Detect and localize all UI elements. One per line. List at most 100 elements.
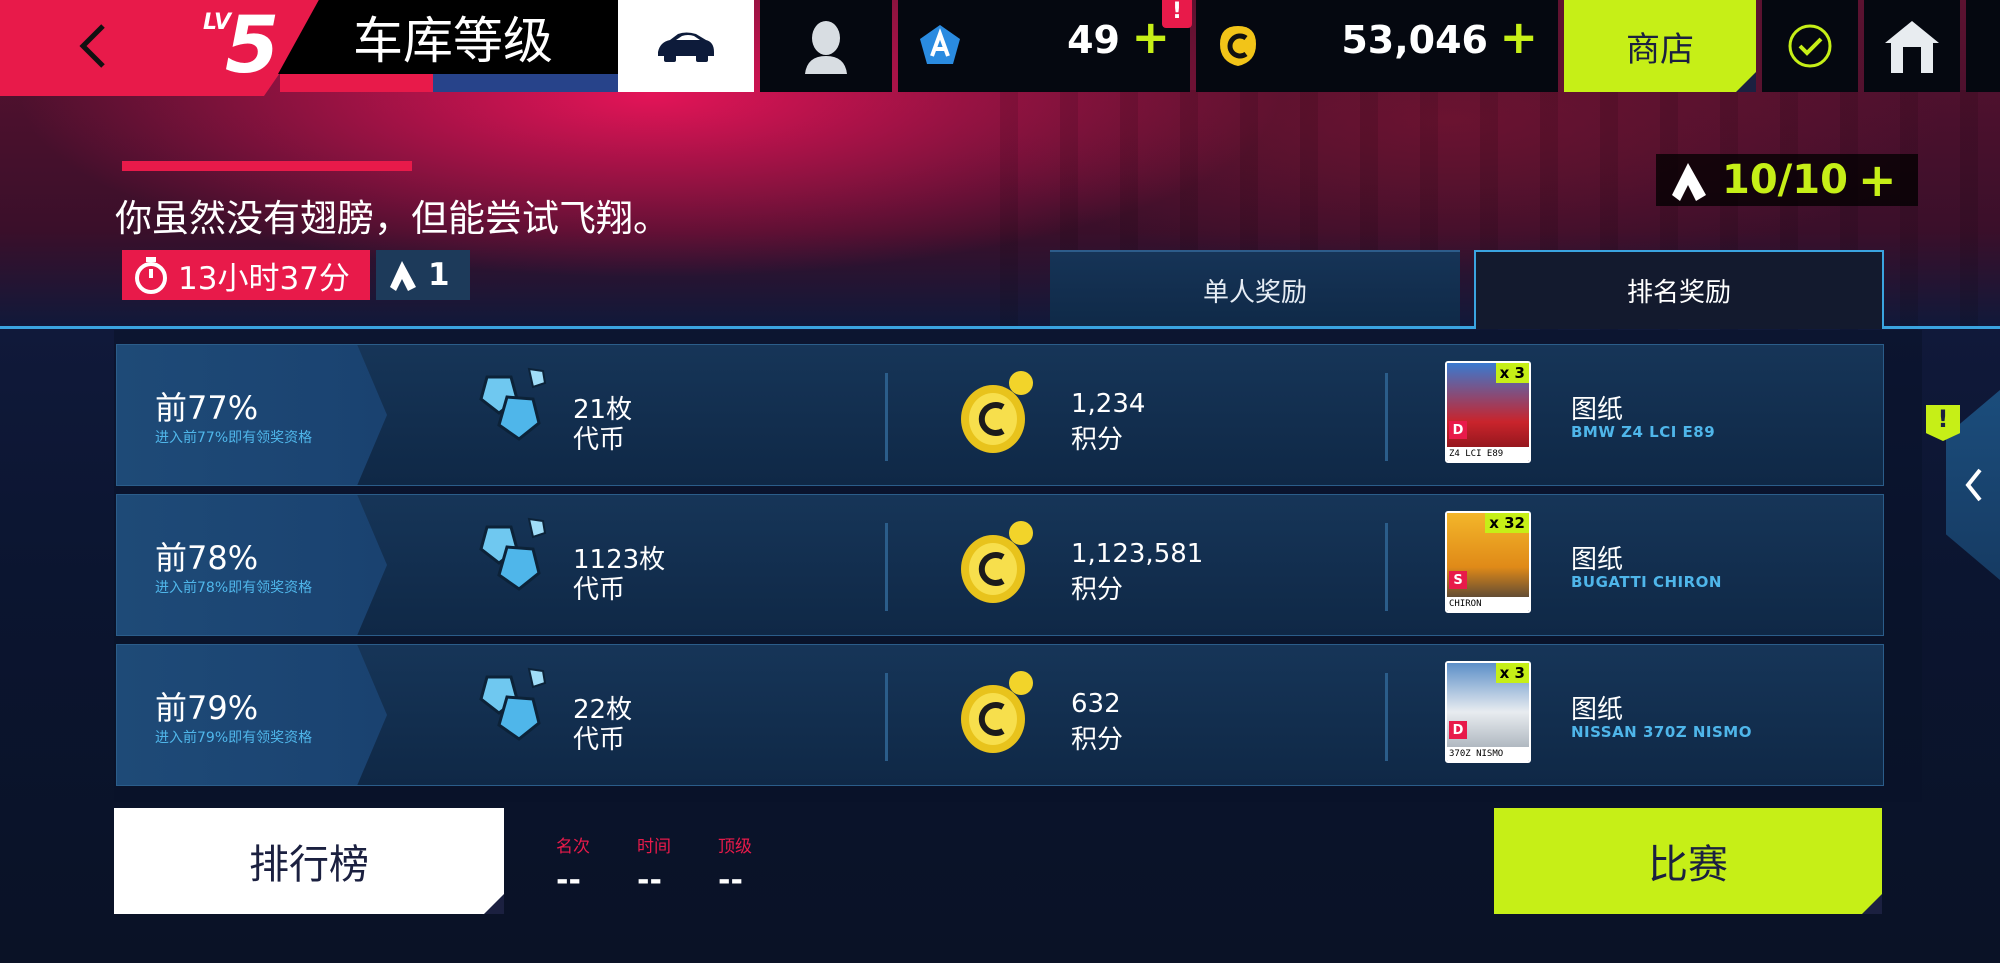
rank-percent: 前78% [155,539,259,577]
blueprint-car-name: BUGATTI CHIRON [1571,573,1722,591]
divider [1385,523,1388,611]
energy-counter[interactable]: 10/10 + [1656,153,1918,207]
credits-reward-icon [961,671,1033,753]
reward-row: 前79% 进入前79%即有领奖资格 22枚 代币 632 积分 x 3 D 37… [116,644,1884,786]
token-icon [920,25,960,64]
leaderboard-button[interactable]: 排行榜 [114,808,504,914]
tokens-reward-unit: 代币 [573,725,626,755]
page-title: 车库等级 [278,0,618,74]
card-caption: Z4 LCI E89 [1447,447,1529,461]
stat-value: -- [556,863,581,898]
shop-button-label: 商店 [1626,29,1694,70]
token-value: 49 [1067,18,1120,62]
avatar-icon [805,21,847,74]
shop-button[interactable]: 商店 [1564,0,1756,92]
divider [885,373,888,461]
divider [1385,673,1388,761]
credits-counter[interactable]: 53,046 + [1196,0,1558,92]
home-icon [1885,21,1939,73]
credits-reward-unit: 积分 [1071,575,1124,605]
menu-edge[interactable] [1966,0,2000,92]
level-number: 5 [225,1,280,91]
blueprint-label: 图纸 [1571,395,1624,425]
profile-tab[interactable] [760,0,892,92]
tokens-reward-icon [479,667,547,741]
stat-top: 顶级 -- [718,832,752,898]
rank-description: 进入前78%即有领奖资格 [155,580,313,596]
blueprint-card[interactable]: x 3 D Z4 LCI E89 [1445,361,1531,463]
page-title-text: 车库等级 [353,12,553,70]
credits-reward-unit: 积分 [1071,725,1124,755]
event-subtitle: 你虽然没有翅膀，但能尝试飞翔。 [115,197,670,240]
chevron-left-icon [79,24,105,68]
credits-reward-value: 1,234 [1071,389,1146,419]
tokens-reward-unit: 代币 [573,575,626,605]
blueprint-card[interactable]: x 3 D 370Z NISMO [1445,661,1531,763]
title-underline [280,74,620,92]
card-multiplier: x 3 [1495,663,1529,683]
card-class: D [1449,721,1467,739]
race-button-label: 比赛 [1648,842,1728,888]
card-multiplier: x 32 [1485,513,1529,533]
top-bar: LV 5 车库等级 49 + ! 53,046 + 商店 [0,0,2000,92]
rank-percent: 前77% [155,389,259,427]
card-caption: CHIRON [1447,597,1529,611]
stat-rank: 名次 -- [556,832,590,898]
check-button[interactable] [1762,0,1858,92]
stat-time: 时间 -- [637,832,671,898]
credits-add-button[interactable]: + [1499,14,1538,60]
stat-label: 时间 [637,837,671,857]
home-button[interactable] [1864,0,1960,92]
card-multiplier: x 3 [1495,363,1529,383]
race-button[interactable]: 比赛 [1494,808,1882,914]
tab-solo-rewards[interactable]: 单人奖励 [1050,250,1460,328]
blueprint-card[interactable]: x 32 S CHIRON [1445,511,1531,613]
stat-label: 名次 [556,837,590,857]
credits-icon [1220,26,1256,66]
blueprint-label: 图纸 [1571,695,1624,725]
stat-label: 顶级 [718,837,752,857]
divider [885,673,888,761]
car-icon [658,32,714,62]
fuel-token-icon [1672,163,1706,201]
back-button[interactable] [60,18,130,74]
blueprint-car-name: BMW Z4 LCI E89 [1571,423,1716,441]
credits-reward-unit: 积分 [1071,425,1124,455]
credits-value: 53,046 [1341,18,1488,62]
garage-tab[interactable] [618,0,754,92]
tokens-reward-icon [479,517,547,591]
token-counter[interactable]: 49 + [898,0,1190,92]
entry-token-badge: 1 [376,250,470,300]
tokens-reward-unit: 代币 [573,425,626,455]
card-class: S [1449,571,1467,589]
tab-rank-rewards[interactable]: 排名奖励 [1474,250,1884,328]
rank-description: 进入前77%即有领奖资格 [155,430,313,446]
blueprint-car-name: NISSAN 370Z NISMO [1571,723,1752,741]
energy-value: 10/10 [1722,157,1848,203]
blueprint-label: 图纸 [1571,545,1624,575]
header-accent-bar [122,161,412,171]
card-caption: 370Z NISMO [1447,747,1529,761]
tokens-reward-icon [479,367,547,441]
entry-token-count: 1 [428,257,450,293]
energy-add-button[interactable]: + [1858,153,1897,207]
timer-text: 13小时37分 [178,260,350,297]
divider [1385,373,1388,461]
stat-value: -- [637,863,662,898]
credits-reward-icon [961,371,1033,453]
stopwatch-icon [135,257,167,294]
rank-percent: 前79% [155,689,259,727]
checkmark-circle-icon [1788,24,1832,68]
reward-row: 前78% 进入前78%即有领奖资格 1123枚 代币 1,123,581 积分 … [116,494,1884,636]
timer-badge: 13小时37分 [122,250,370,300]
fuel-token-icon [390,261,416,291]
rank-description: 进入前79%即有领奖资格 [155,730,313,746]
token-alert-badge: ! [1162,0,1192,28]
stat-value: -- [718,863,743,898]
leaderboard-button-label: 排行榜 [249,842,369,888]
credits-reward-value: 632 [1071,689,1121,719]
credits-reward-value: 1,123,581 [1071,539,1204,569]
divider [885,523,888,611]
credits-reward-icon [961,521,1033,603]
reward-row: 前77% 进入前77%即有领奖资格 21枚 代币 1,234 积分 x 3 D … [116,344,1884,486]
